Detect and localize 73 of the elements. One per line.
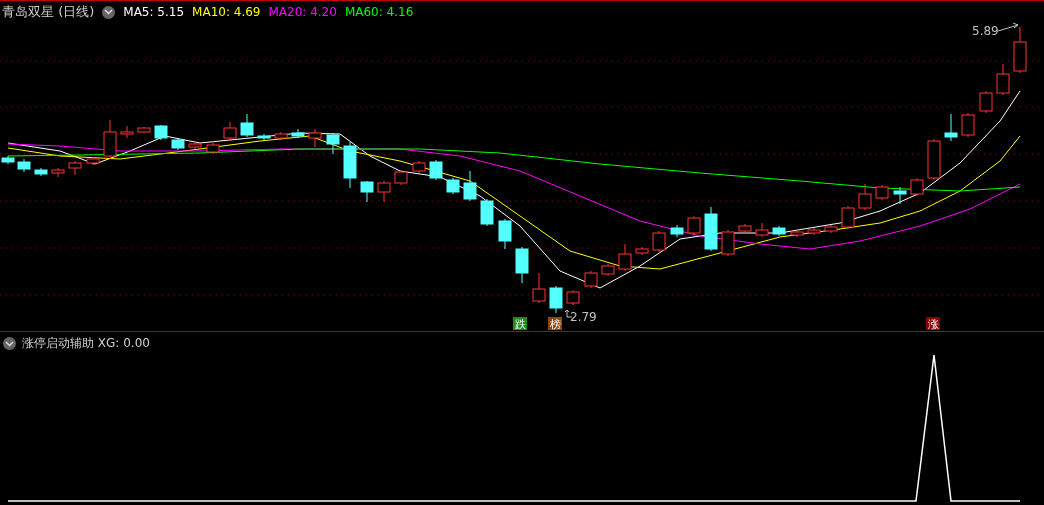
candlestick: [34, 167, 48, 177]
candlestick: [618, 243, 632, 272]
candlestick: [343, 141, 357, 189]
candlestick: [86, 156, 100, 166]
candlestick: [910, 177, 924, 197]
low-price-annotation: 2.79: [564, 309, 597, 324]
candlestick: [584, 270, 598, 289]
candlestick: [790, 229, 804, 238]
candlestick: [412, 160, 426, 174]
candlestick: [858, 183, 872, 211]
candlestick: [927, 138, 941, 181]
signal-marker: 涨: [926, 317, 940, 331]
moving-average-label: MA60: 4.16: [344, 5, 414, 19]
candlestick: [807, 227, 821, 236]
candlestick: [206, 140, 220, 155]
candlestick: [68, 160, 82, 176]
candlestick: [480, 198, 494, 227]
candlestick: [446, 177, 460, 195]
candlestick: [566, 289, 580, 306]
candlestick: [996, 63, 1010, 96]
candlestick: [979, 90, 993, 114]
candlestick: [257, 133, 271, 141]
indicator-title: 涨停启动辅助 XG: 0.00: [22, 335, 150, 352]
dropdown-chevron-icon[interactable]: [102, 5, 116, 19]
moving-average-label: MA10: 4.69: [192, 5, 261, 19]
moving-average-label: MA20: 4.20: [268, 5, 337, 19]
candlestick: [515, 246, 529, 284]
candlestick: [498, 218, 512, 250]
candlestick: [188, 141, 202, 150]
candlestick: [274, 131, 288, 141]
moving-average-label: MA5: 5.15: [123, 5, 185, 19]
candlestick: [721, 229, 735, 257]
candlestick: [51, 167, 65, 178]
candlestick: [120, 125, 134, 139]
candlestick: [738, 223, 752, 234]
candlestick: [532, 272, 546, 304]
candlestick: [824, 224, 838, 234]
candlestick: [841, 205, 855, 230]
candlestick: [961, 112, 975, 138]
candlestick: [704, 206, 718, 252]
candlestick: [360, 180, 374, 203]
candlestick: [772, 225, 786, 237]
candlestick: [687, 215, 701, 236]
candlestick: [103, 119, 117, 160]
candlestick: [1013, 26, 1027, 74]
candlestick: [308, 128, 322, 148]
candlestick: [755, 222, 769, 238]
stock-title: 青岛双星 (日线): [2, 3, 95, 21]
candlestick: [137, 126, 151, 134]
candlestick: [154, 124, 168, 141]
candlestick: [944, 113, 958, 142]
signal-marker: 榜: [548, 317, 562, 331]
candlestick: [1, 155, 15, 165]
candlestick: [652, 230, 666, 253]
candlestick: [394, 169, 408, 186]
candlestick: [326, 132, 340, 155]
candlestick: [635, 246, 649, 256]
dropdown-chevron-icon[interactable]: [3, 337, 16, 350]
candlestick: [223, 121, 237, 142]
candlestick: [893, 186, 907, 205]
candlestick: [291, 128, 305, 139]
candlestick: [875, 184, 889, 201]
high-price-annotation: 5.89: [972, 22, 1019, 38]
candlestick: [601, 263, 615, 277]
candlestick: [377, 180, 391, 203]
candlestick: [240, 113, 254, 138]
candlestick: [429, 159, 443, 181]
candlestick: [549, 285, 563, 314]
candlestick: [463, 170, 477, 202]
candlestick: [670, 224, 684, 238]
signal-marker: 跌: [513, 317, 527, 331]
candlestick: [17, 158, 31, 173]
candlestick: [171, 137, 185, 151]
